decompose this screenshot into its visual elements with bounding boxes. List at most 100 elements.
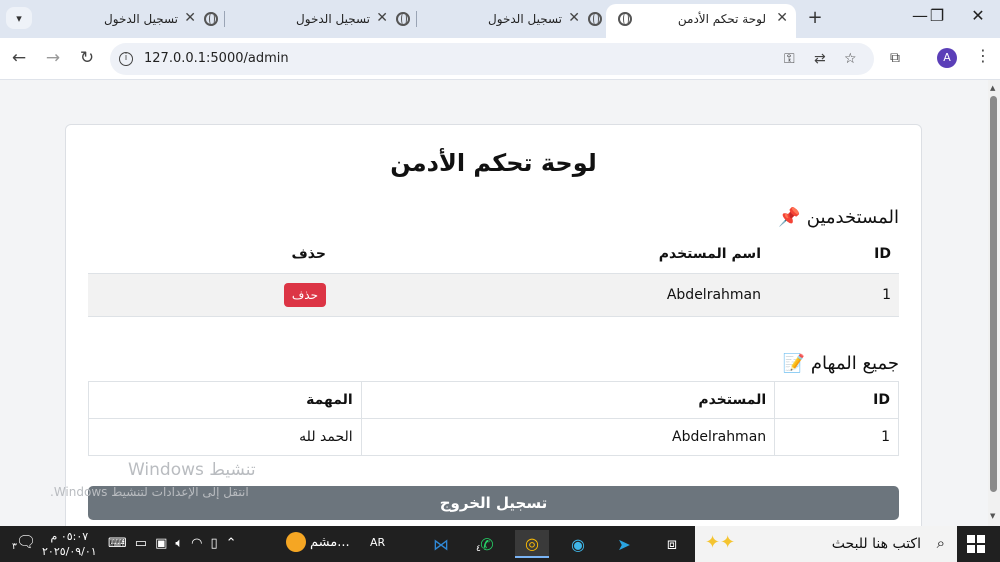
chrome-app[interactable]: ◎ <box>515 530 549 558</box>
telegram-icon: ➤ <box>617 534 631 554</box>
task-view-icon: ⧈ <box>666 534 678 553</box>
forward-button[interactable]: → <box>42 48 64 68</box>
vscode-icon: ⋈ <box>433 534 449 554</box>
tab-title: تسجيل الدخول <box>488 12 562 26</box>
globe-icon <box>396 12 410 26</box>
plus-icon: + <box>807 7 823 28</box>
pushpin-icon: 📌 <box>778 207 801 228</box>
close-icon[interactable]: ✕ <box>184 10 196 26</box>
windows-taskbar: ⌕ اكتب هنا للبحث ✦✦ ⧈ ➤ ◉ ◎ ✆ ٤ ⋈ AR مشم… <box>0 526 1000 562</box>
notification-count: ٣ <box>12 542 17 552</box>
users-table: ID اسم المستخدم حذف 1 Abdelrahman حذف <box>88 235 899 317</box>
menu-icon[interactable]: ⋮ <box>975 46 991 65</box>
column-header: ID <box>774 381 899 419</box>
key-icon[interactable]: ⚿ <box>784 51 795 67</box>
tab-search-button[interactable]: ▾ <box>6 7 32 29</box>
device-icon[interactable]: ▯ <box>211 536 218 551</box>
arrow-left-icon: ← <box>11 48 27 68</box>
tasks-section-title: جميع المهام 📝 <box>782 353 899 374</box>
extensions-icon[interactable]: ⧉ <box>890 50 900 66</box>
users-heading: المستخدمين <box>806 207 899 228</box>
sparkle-icon: ✦✦ <box>705 532 736 553</box>
battery-icon[interactable]: ▭ <box>135 536 147 551</box>
volume-icon[interactable]: 🔈︎ <box>175 536 183 551</box>
close-icon[interactable]: ✕ <box>776 10 788 26</box>
tasks-table: ID المستخدم المهمة 1 Abdelrahman الحمد ل… <box>88 381 899 456</box>
vscode-app[interactable]: ⋈ <box>424 530 458 558</box>
reload-icon: ↻ <box>79 48 95 68</box>
language-indicator[interactable]: AR <box>370 536 385 549</box>
whatsapp-icon: ✆ <box>480 534 494 554</box>
search-icon: ⌕ <box>936 534 945 552</box>
users-table-header: ID اسم المستخدم حذف <box>88 235 899 274</box>
clock-time: ٠٥:٠٧ م <box>50 530 89 543</box>
search-placeholder: اكتب هنا للبحث <box>831 536 921 552</box>
windows-logo-icon <box>967 535 975 543</box>
username-cell: Abdelrahman <box>334 273 769 317</box>
taskbar-notification-app[interactable]: مشم... <box>286 532 350 552</box>
user-id-cell: 1 <box>769 273 899 317</box>
column-header: ID <box>769 235 899 274</box>
tab-login-1[interactable]: ✕ تسجيل الدخول <box>38 4 218 36</box>
page-title: لوحة تحكم الأدمن <box>390 149 597 177</box>
globe-icon <box>618 12 632 26</box>
restore-button[interactable]: ❐ <box>922 6 952 25</box>
wifi-icon[interactable]: ◠ <box>191 536 202 551</box>
translate-icon[interactable]: ⇄ <box>814 51 826 67</box>
table-row: 1 Abdelrahman حذف <box>88 273 899 317</box>
task-text-cell: الحمد لله <box>88 418 362 456</box>
notification-icon: 🗨︎ <box>16 532 37 551</box>
activation-watermark-text: انتقل إلى الإعدادات لتنشيط Windows. <box>50 485 249 499</box>
task-id-cell: 1 <box>774 418 899 456</box>
edge-app[interactable]: ◉ <box>561 530 595 558</box>
tab-strip: ▾ ✕ تسجيل الدخول ✕ تسجيل الدخول ✕ تسجيل … <box>0 0 1000 38</box>
start-button[interactable] <box>967 535 985 553</box>
page-viewport: لوحة تحكم الأدمن المستخدمين 📌 ID اسم الم… <box>0 80 988 526</box>
tab-login-2[interactable]: ✕ تسجيل الدخول <box>230 4 410 36</box>
users-section-title: المستخدمين 📌 <box>778 207 899 228</box>
close-icon[interactable]: ✕ <box>376 10 388 26</box>
system-tray: ⌨ ▭ ▣ 🔈︎ ◠ ▯ ⌃ <box>108 536 237 551</box>
profile-avatar[interactable]: A <box>937 48 957 68</box>
taskbar-search[interactable]: ⌕ اكتب هنا للبحث ✦✦ <box>695 526 957 562</box>
scroll-down-icon[interactable]: ▼ <box>990 512 995 520</box>
chevron-up-icon[interactable]: ⌃ <box>226 536 237 551</box>
scroll-up-icon[interactable]: ▲ <box>990 84 995 92</box>
column-header: حذف <box>88 235 334 274</box>
edge-icon: ◉ <box>571 534 585 554</box>
new-tab-button[interactable]: + <box>805 7 825 28</box>
task-view-button[interactable]: ⧈ <box>655 530 689 558</box>
memo-icon: 📝 <box>782 353 805 374</box>
globe-icon <box>204 12 218 26</box>
scrollbar-thumb[interactable] <box>990 96 997 492</box>
arrow-right-icon: → <box>45 48 61 68</box>
tab-separator <box>224 11 225 27</box>
close-window-button[interactable]: ✕ <box>963 6 993 25</box>
site-info-icon[interactable]: i <box>119 52 133 66</box>
camera-icon[interactable]: ▣ <box>155 536 167 551</box>
tasks-heading: جميع المهام <box>810 353 899 374</box>
whatsapp-app[interactable]: ✆ ٤ <box>470 530 504 558</box>
globe-icon <box>588 12 602 26</box>
keyboard-icon[interactable]: ⌨ <box>108 536 127 551</box>
reload-button[interactable]: ↻ <box>76 48 98 68</box>
page-scrollbar[interactable]: ▲ ▼ <box>988 80 1000 526</box>
close-icon: ✕ <box>971 6 985 25</box>
telegram-app[interactable]: ➤ <box>607 530 641 558</box>
bookmark-star-icon[interactable]: ☆ <box>844 51 857 67</box>
tab-title: تسجيل الدخول <box>104 12 178 26</box>
notification-center-button[interactable]: 🗨︎ ٣ <box>12 532 37 552</box>
back-button[interactable]: ← <box>8 48 30 68</box>
app-icon <box>286 532 306 552</box>
column-header: اسم المستخدم <box>334 235 769 274</box>
tab-login-3[interactable]: ✕ تسجيل الدخول <box>422 4 602 36</box>
column-header: المهمة <box>88 381 362 419</box>
tab-separator <box>416 11 417 27</box>
tab-admin-dashboard[interactable]: ✕ لوحة تحكم الأدمن <box>606 4 796 38</box>
close-icon[interactable]: ✕ <box>568 10 580 26</box>
chrome-icon: ◎ <box>525 533 539 553</box>
url-text[interactable]: 127.0.0.1:5000/admin <box>144 51 289 66</box>
taskbar-clock[interactable]: ٠٥:٠٧ م ٢٠٢٥/٠٩/٠١ <box>42 529 97 559</box>
address-bar[interactable]: i 127.0.0.1:5000/admin ⚿ ⇄ ☆ <box>110 43 874 75</box>
delete-user-button[interactable]: حذف <box>283 282 326 307</box>
